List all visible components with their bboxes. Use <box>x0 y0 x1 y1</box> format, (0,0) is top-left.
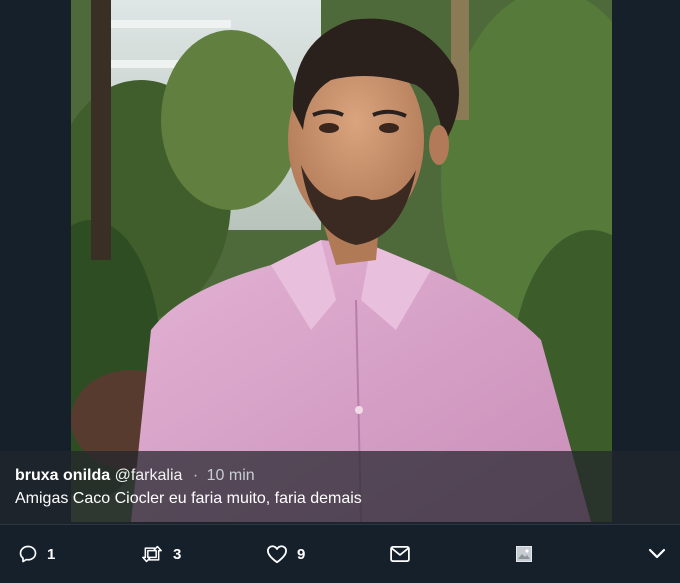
tweet-header: bruxa onilda @farkalia · 10 min <box>15 467 255 485</box>
tweet-timestamp[interactable]: 10 min <box>207 467 255 484</box>
more-options-button[interactable] <box>648 525 666 583</box>
like-button[interactable]: 9 <box>266 525 305 583</box>
retweet-count: 3 <box>173 545 182 563</box>
tweet-text: Amigas Caco Ciocler eu faria muito, fari… <box>15 490 362 507</box>
reply-icon <box>18 544 38 564</box>
reply-button[interactable]: 1 <box>18 525 55 583</box>
tweet-photo[interactable] <box>71 0 612 522</box>
photo-illustration <box>71 0 612 522</box>
tweet-media-card: bruxa onilda @farkalia · 10 min Amigas C… <box>0 0 680 583</box>
author-name[interactable]: bruxa onilda <box>15 467 110 484</box>
direct-message-button[interactable] <box>390 525 410 583</box>
tweet-action-bar: 1 3 9 <box>0 524 680 583</box>
retweet-button[interactable]: 3 <box>140 525 181 583</box>
envelope-icon <box>390 546 410 562</box>
chevron-down-icon <box>648 548 666 560</box>
heart-icon <box>266 544 288 564</box>
image-icon <box>516 546 532 562</box>
media-button[interactable] <box>516 525 532 583</box>
reply-count: 1 <box>47 545 56 563</box>
separator-dot: · <box>192 467 199 484</box>
photo-caption-overlay <box>0 451 680 524</box>
retweet-icon <box>140 544 164 564</box>
like-count: 9 <box>297 545 306 563</box>
author-handle[interactable]: @farkalia <box>115 467 183 484</box>
